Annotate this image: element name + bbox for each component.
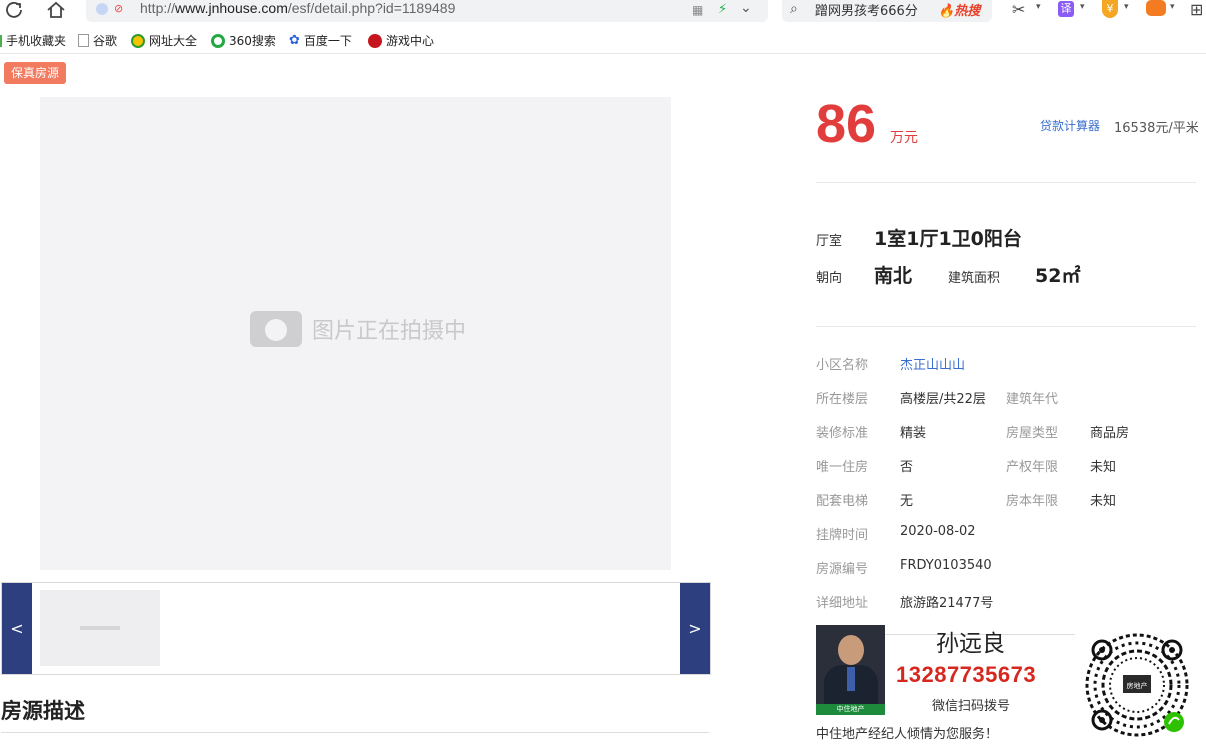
home-icon[interactable] [42,0,70,20]
refresh-icon[interactable] [0,0,28,20]
agent-head [838,635,864,665]
floor-label: 所在楼层 [816,392,869,407]
image-placeholder-text: 图片正在拍摄中 [312,319,467,344]
hot-search-label[interactable]: 🔥热搜 [938,0,980,19]
qr-logo-text: 房地产 [1127,681,1148,690]
browser-toolbar: ⊘ http://www.jnhouse.com/esf/detail.php?… [0,0,1206,28]
360-search-icon [211,33,225,48]
property-years-value: 未知 [1090,460,1117,475]
verified-listing-badge: 保真房源 [4,62,67,84]
chevron-down-icon[interactable]: ▾ [1036,2,1041,12]
address-bar[interactable]: ⊘ http://www.jnhouse.com/esf/detail.php?… [86,0,768,22]
floor-value: 高楼层/共22层 [900,392,986,407]
bookmark-marker-icon [0,34,2,47]
elevator-label: 配套电梯 [816,494,869,509]
bookmark-baidu[interactable]: ✿ 百度一下 [289,32,352,49]
game-icon[interactable] [1146,0,1166,16]
divider [1,732,709,733]
agent-phone: 13287735673 [896,662,1037,687]
listing-code-value: FRDY0103540 [900,558,992,573]
search-input[interactable]: 蹭网男孩考666分 [815,0,918,19]
agent-tie [847,667,855,691]
search-icon: ⌕ [790,1,798,17]
bookmark-game-center[interactable]: 游戏中心 [368,32,434,49]
game-center-icon [368,33,382,48]
chevron-down-icon[interactable]: ⌄ [740,0,752,16]
bookmark-mobile-favorites[interactable]: 手机收藏夹 [0,32,66,49]
agent-slogan: 中住地产经纪人倾情为您服务！ [816,727,999,742]
decoration-value: 精装 [900,426,927,441]
apps-grid-icon[interactable]: ⊞ [1190,0,1203,19]
lightning-icon[interactable]: ⚡ [718,2,727,17]
bookmarks-bar: 手机收藏夹 谷歌 网址大全 360搜索 ✿ 百度一下 游戏中心 [0,30,1206,54]
address-label: 详细地址 [816,596,869,611]
community-link[interactable]: 杰正山山山 [900,354,965,373]
scissors-icon[interactable]: ✂ [1012,0,1025,19]
listing-code-label: 房源编号 [816,562,869,577]
community-label: 小区名称 [816,358,869,373]
description-heading: 房源描述 [1,699,85,723]
bookmark-url-directory[interactable]: 网址大全 [131,32,197,49]
url-directory-icon [131,33,145,48]
layout-label: 厅室 [816,234,843,249]
bookmark-360-search[interactable]: 360搜索 [211,32,276,49]
house-years-value: 未知 [1090,494,1117,509]
cert-warning-icon: ⊘ [114,2,124,15]
decoration-label: 装修标准 [816,426,869,441]
next-photo-button[interactable]: > [680,583,710,674]
site-security-icon [96,3,108,15]
area-label: 建筑面积 [948,271,1001,286]
wechat-miniprogram-icon [1164,712,1184,732]
layout-value: 1室1厅1卫0阳台 [874,228,1022,250]
only-home-value: 否 [900,460,914,475]
house-type-label: 房屋类型 [1006,426,1059,441]
price-unit: 万元 [890,130,918,146]
chevron-down-icon[interactable]: ▾ [1124,2,1129,12]
house-years-label: 房本年限 [1006,494,1059,509]
property-years-label: 产权年限 [1006,460,1059,475]
price-value: 86 [816,94,877,154]
main-photo[interactable]: 图片正在拍摄中 [40,97,671,570]
chevron-down-icon[interactable]: ▾ [1080,2,1085,12]
divider [816,182,1196,183]
orientation-label: 朝向 [816,271,843,286]
build-year-label: 建筑年代 [1006,392,1059,407]
house-type-value: 商品房 [1090,426,1130,441]
prev-photo-button[interactable]: < [2,583,32,674]
area-value: 52㎡ [1035,265,1081,287]
image-placeholder: 图片正在拍摄中 [250,311,466,347]
listed-date-label: 挂牌时间 [816,528,869,543]
unit-price: 16538元/平米 [1114,121,1199,136]
chevron-down-icon[interactable]: ▾ [1170,2,1175,12]
coupon-icon[interactable]: ¥ [1102,0,1118,18]
url-text[interactable]: http://www.jnhouse.com/esf/detail.php?id… [140,0,455,16]
only-home-label: 唯一住房 [816,460,869,475]
translate-icon[interactable]: 译 [1058,1,1074,17]
elevator-value: 无 [900,494,914,509]
page-icon [78,34,89,47]
agent-avatar: 中住地产 [816,625,885,715]
thumbnail-strip: < > [1,582,711,675]
wechat-qr-code[interactable]: 房地产 [1080,628,1194,742]
bookmark-google[interactable]: 谷歌 [78,32,117,49]
agent-brand-label: 中住地产 [816,704,885,715]
wechat-scan-hint: 微信扫码拨号 [932,699,1011,714]
qr-icon[interactable]: ▦ [692,3,703,17]
address-value: 旅游路21477号 [900,596,994,611]
baidu-paw-icon: ✿ [289,33,300,48]
orientation-value: 南北 [874,265,913,287]
agent-name: 孙远良 [936,631,1005,657]
camera-icon [250,311,302,347]
thumbnail[interactable] [40,590,160,666]
loan-calculator-link[interactable]: 贷款计算器 [1040,117,1100,134]
listed-date-value: 2020-08-02 [900,524,976,539]
search-box[interactable]: ⌕ 蹭网男孩考666分 🔥热搜 [782,0,992,22]
divider [816,326,1196,327]
